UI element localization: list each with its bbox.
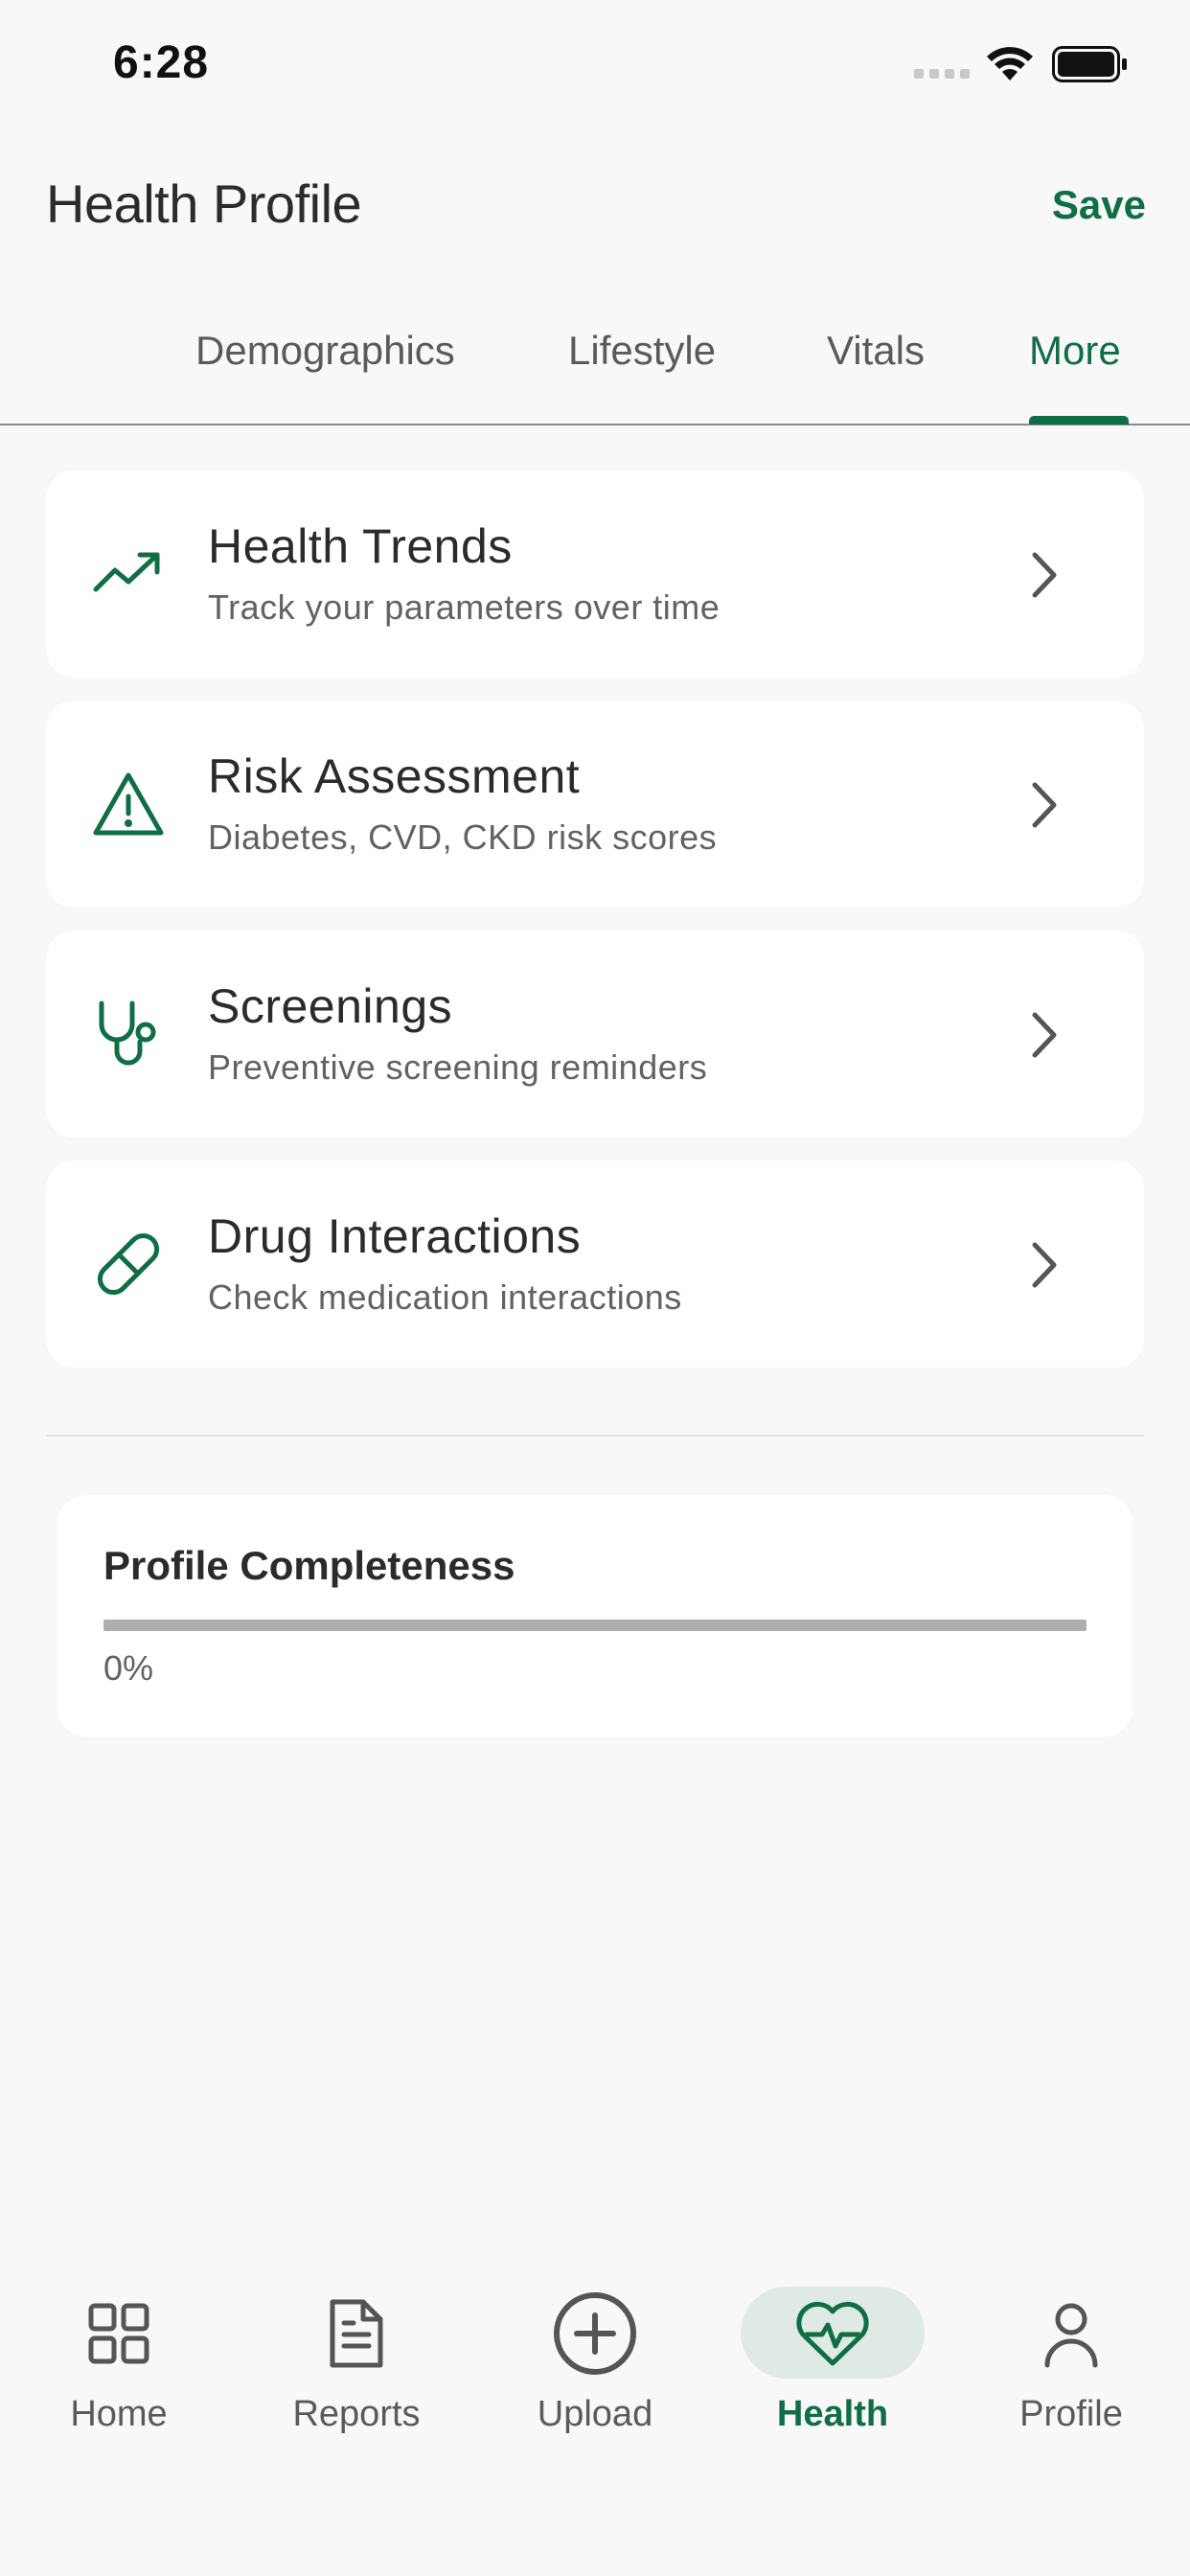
profile-completeness-percent: 0% — [103, 1648, 154, 1688]
menu-item-title: Drug Interactions — [208, 1209, 582, 1263]
profile-completeness-card: Profile Completeness 0% — [57, 1495, 1133, 1736]
bottom-navigation: Home Reports Upload Health Profile — [0, 2242, 1190, 2576]
save-button[interactable]: Save — [1052, 182, 1146, 228]
heart-pulse-icon — [796, 2301, 869, 2366]
menu-item-title: Screenings — [208, 979, 453, 1033]
section-divider — [46, 1435, 1144, 1437]
nav-label: Upload — [537, 2394, 653, 2434]
status-time: 6:28 — [113, 37, 210, 88]
grid-icon — [88, 2303, 149, 2364]
nav-label: Health — [776, 2394, 889, 2434]
tab-lifestyle[interactable]: Lifestyle — [568, 328, 716, 424]
nav-health[interactable]: Health — [714, 2242, 951, 2453]
pill-icon — [97, 1232, 160, 1296]
profile-completeness-progress — [103, 1620, 1087, 1631]
menu-item-health-trends[interactable]: Health Trends Track your parameters over… — [46, 471, 1144, 678]
trending-up-icon — [93, 552, 160, 592]
menu-item-title: Risk Assessment — [208, 749, 581, 803]
person-icon — [1044, 2303, 1098, 2368]
status-bar: 6:28 — [0, 0, 1190, 134]
tab-demographics[interactable]: Demographics — [195, 328, 455, 424]
chevron-right-icon — [1032, 1012, 1057, 1058]
page-title: Health Profile — [46, 173, 362, 234]
tab-vitals[interactable]: Vitals — [827, 328, 925, 424]
nav-label: Reports — [292, 2394, 421, 2434]
chevron-right-icon — [1032, 552, 1057, 598]
tab-bar: Demographics Lifestyle Vitals More — [0, 316, 1190, 426]
nav-label: Home — [70, 2394, 168, 2434]
warning-icon — [93, 772, 164, 836]
menu-item-drug-interactions[interactable]: Drug Interactions Check medication inter… — [46, 1161, 1144, 1368]
nav-upload[interactable]: Upload — [476, 2242, 714, 2453]
document-icon — [330, 2299, 383, 2368]
profile-completeness-title: Profile Completeness — [103, 1543, 515, 1588]
tab-more[interactable]: More — [1029, 328, 1121, 424]
battery-icon — [1052, 46, 1127, 82]
menu-item-subtitle: Preventive screening reminders — [208, 1047, 708, 1087]
cellular-signal-icon — [914, 69, 970, 79]
menu-item-risk-assessment[interactable]: Risk Assessment Diabetes, CVD, CKD risk … — [46, 701, 1144, 908]
nav-label: Profile — [1019, 2394, 1123, 2434]
stethoscope-icon — [99, 1000, 156, 1066]
menu-item-subtitle: Diabetes, CVD, CKD risk scores — [208, 817, 718, 857]
chevron-right-icon — [1032, 1242, 1057, 1288]
menu-item-screenings[interactable]: Screenings Preventive screening reminder… — [46, 931, 1144, 1138]
plus-circle-icon — [554, 2292, 636, 2375]
wifi-icon — [987, 47, 1033, 80]
nav-home[interactable]: Home — [0, 2242, 238, 2453]
menu-item-subtitle: Track your parameters over time — [208, 587, 721, 627]
health-profile-screen: 6:28 Health Profile Save Demographics Li… — [0, 0, 1190, 2576]
nav-reports[interactable]: Reports — [238, 2242, 475, 2453]
chevron-right-icon — [1032, 782, 1057, 828]
active-tab-indicator — [1029, 416, 1129, 425]
nav-profile[interactable]: Profile — [952, 2242, 1190, 2453]
menu-item-subtitle: Check medication interactions — [208, 1277, 682, 1317]
menu-item-title: Health Trends — [208, 519, 513, 573]
